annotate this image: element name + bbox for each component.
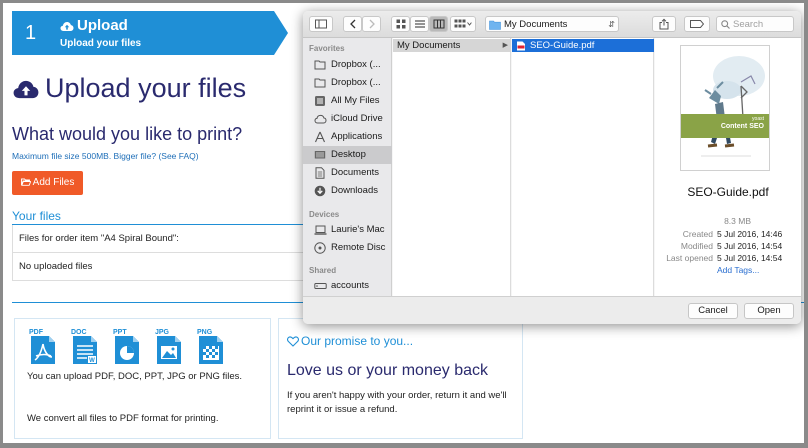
formats-box: PDF W DOC PPT JPG PNG You can upload PDF…	[14, 318, 271, 439]
dropbox-icon	[314, 78, 326, 88]
open-file-dialog: My Documents ⇵ Search Favorites Dropbox …	[303, 11, 801, 324]
file-preview-pane: yoast Content SEO SEO-Guide.pdf 8.3 MB C…	[655, 38, 801, 296]
disc-icon	[314, 242, 326, 254]
arrange-icon	[454, 19, 472, 28]
doc-file-icon: W DOC	[69, 329, 101, 365]
dialog-footer: Cancel Open	[303, 296, 801, 324]
folder-row-my-documents[interactable]: My Documents ▶	[393, 39, 511, 52]
applications-icon	[314, 131, 326, 143]
icon-view-button[interactable]	[391, 16, 410, 32]
share-button[interactable]	[652, 16, 676, 32]
page-title: Upload your files	[12, 73, 246, 104]
step-title: Upload	[60, 17, 128, 34]
sidebar-icon	[315, 19, 327, 29]
list-view-button[interactable]	[410, 16, 429, 32]
sidebar-item-dropbox-1[interactable]: Dropbox (...	[303, 56, 392, 74]
print-question: What would you like to print?	[12, 124, 243, 144]
pdf-file-icon	[517, 41, 525, 51]
browser-page: 1 Upload Upload your files Upload your f…	[3, 3, 804, 443]
files-table: Files for order item "A4 Spiral Bound": …	[12, 225, 304, 281]
column-view-button[interactable]	[429, 16, 448, 32]
sidebar-item-remote-disc[interactable]: Remote Disc	[303, 239, 392, 257]
arrange-button[interactable]	[450, 16, 476, 32]
preview-filesize: 8.3 MB	[724, 216, 751, 226]
add-tags-link[interactable]: Add Tags...	[717, 265, 759, 275]
pdf-thumbnail: yoast Content SEO	[680, 45, 770, 171]
search-input[interactable]: Search	[716, 16, 794, 32]
step-banner: 1 Upload Upload your files	[12, 11, 288, 55]
search-icon	[721, 20, 730, 29]
browser-column-1: My Documents ▶	[393, 38, 511, 296]
chevron-left-icon	[349, 19, 355, 29]
jpg-file-icon: JPG	[153, 329, 185, 365]
finder-sidebar: Favorites Dropbox (... Dropbox (... All …	[303, 38, 392, 296]
columns-icon	[433, 19, 444, 29]
folder-icon	[489, 20, 501, 30]
sidebar-toggle-button[interactable]	[309, 16, 333, 32]
all-files-icon	[315, 96, 325, 106]
promise-heading: Love us or your money back	[287, 362, 488, 379]
formats-text: You can upload PDF, DOC, PPT, JPG or PNG…	[27, 371, 243, 382]
sidebar-item-icloud-drive[interactable]: iCloud Drive	[303, 110, 392, 128]
favorites-heading: Favorites	[309, 44, 345, 53]
your-files-heading: Your files	[12, 209, 61, 223]
documents-icon	[315, 167, 325, 179]
sidebar-item-all-my-files[interactable]: All My Files	[303, 92, 392, 110]
disclosure-arrow-icon: ▶	[502, 42, 508, 49]
promise-box: Our promise to you... Love us or your mo…	[278, 318, 523, 439]
shared-heading: Shared	[309, 266, 337, 275]
step-subtitle: Upload your files	[60, 38, 142, 49]
book-title-band: yoast Content SEO	[681, 114, 769, 138]
files-table-header: Files for order item "A4 Spiral Bound":	[13, 225, 303, 253]
server-icon	[314, 283, 327, 289]
cloud-upload-icon	[13, 80, 39, 99]
max-size-link[interactable]: Maximum file size 500MB. Bigger file? (S…	[12, 151, 199, 161]
pdf-file-icon: PDF	[27, 329, 59, 365]
promise-title: Our promise to you...	[287, 334, 413, 348]
sidebar-item-applications[interactable]: Applications	[303, 128, 392, 146]
tags-button[interactable]	[684, 16, 710, 32]
svg-text:W: W	[89, 358, 95, 364]
updown-arrows-icon: ⇵	[608, 20, 615, 29]
browser-column-2: SEO-Guide.pdf	[512, 38, 654, 296]
step-number: 1	[25, 22, 37, 44]
file-row-seo-guide[interactable]: SEO-Guide.pdf	[512, 39, 654, 52]
chevron-right-icon	[369, 19, 375, 29]
cloud-icon	[314, 114, 327, 124]
grid-icon	[396, 19, 405, 29]
share-icon	[659, 18, 669, 30]
dialog-toolbar: My Documents ⇵ Search	[303, 11, 801, 38]
png-file-icon: PNG	[195, 329, 227, 365]
sidebar-item-downloads[interactable]: Downloads	[303, 182, 392, 200]
location-dropdown[interactable]: My Documents ⇵	[485, 16, 619, 32]
laptop-icon	[314, 225, 327, 235]
sidebar-item-dropbox-2[interactable]: Dropbox (...	[303, 74, 392, 92]
cancel-button[interactable]: Cancel	[688, 303, 738, 319]
desktop-icon	[314, 151, 326, 159]
files-empty-text: No uploaded files	[19, 261, 93, 272]
promise-text: If you aren't happy with your order, ret…	[287, 390, 507, 415]
sidebar-item-documents[interactable]: Documents	[303, 164, 392, 182]
dropbox-icon	[314, 60, 326, 70]
preview-filename: SEO-Guide.pdf	[687, 185, 769, 199]
sidebar-item-desktop[interactable]: Desktop	[303, 146, 392, 164]
ppt-file-icon: PPT	[111, 329, 143, 365]
downloads-icon	[314, 185, 326, 197]
forward-button[interactable]	[362, 16, 381, 32]
sidebar-item-accounts[interactable]: accounts	[303, 277, 392, 295]
convert-text: We convert all files to PDF format for p…	[27, 413, 219, 424]
tag-icon	[690, 20, 704, 28]
open-button[interactable]: Open	[744, 303, 794, 319]
heart-icon	[287, 336, 299, 347]
list-icon	[414, 20, 425, 28]
cloud-upload-icon	[60, 22, 74, 31]
folder-open-icon	[20, 178, 31, 186]
devices-heading: Devices	[309, 210, 340, 219]
sidebar-item-lauries-mac[interactable]: Laurie's Mac	[303, 221, 392, 239]
add-files-button[interactable]: Add Files	[12, 171, 83, 195]
back-button[interactable]	[343, 16, 362, 32]
